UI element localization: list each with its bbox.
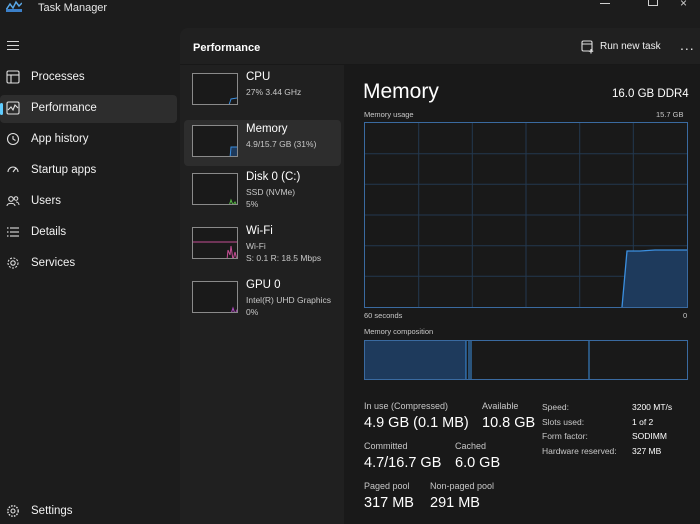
device-detail: 27% 3.44 GHz	[246, 87, 302, 97]
title-bar: Task Manager ×	[0, 0, 700, 22]
services-icon	[7, 257, 19, 269]
form-factor-value: SODIMM	[632, 431, 667, 441]
details-icon	[7, 227, 19, 237]
nav-label-app-history: App history	[31, 133, 89, 145]
non-paged-pool-value: 291 MB	[430, 495, 480, 511]
run-new-task-icon	[581, 40, 594, 54]
device-name: CPU	[246, 71, 271, 83]
performance-icon	[6, 101, 20, 115]
nav-label-services: Services	[31, 257, 76, 269]
memory-usage-label: Memory usage	[364, 110, 414, 119]
device-detail: SSD (NVMe)	[246, 187, 296, 197]
available-label: Available	[482, 401, 519, 411]
nav-item-services[interactable]: Services	[0, 250, 177, 278]
device-detail: Wi-Fi	[246, 241, 266, 251]
memory-usage-max: 15.7 GB	[656, 110, 684, 119]
device-item-disk[interactable]: Disk 0 (C:) SSD (NVMe) 5%	[184, 168, 341, 214]
close-button[interactable]: ×	[680, 0, 700, 10]
startup-apps-icon	[7, 166, 19, 173]
device-detail: Intel(R) UHD Graphics	[246, 295, 332, 305]
device-name: Memory	[246, 123, 288, 135]
minimize-button[interactable]	[595, 0, 615, 12]
disk-thumbnail-graph	[192, 173, 238, 205]
cached-value: 6.0 GB	[455, 455, 501, 471]
memory-detail-pane: Memory 16.0 GB DDR4 Memory usage 15.7 GB	[344, 65, 700, 524]
nav-label-performance: Performance	[31, 102, 97, 114]
speed-label: Speed:	[542, 402, 569, 412]
device-name: GPU 0	[246, 279, 281, 291]
gpu-thumbnail-graph	[192, 281, 238, 313]
available-value: 10.8 GB	[482, 415, 536, 431]
memory-usage-graph	[364, 122, 688, 308]
nav-item-processes[interactable]: Processes	[0, 64, 177, 92]
users-icon	[6, 196, 20, 207]
nav-label-processes: Processes	[31, 71, 85, 83]
memory-composition-bar	[364, 340, 688, 380]
nav-item-startup-apps[interactable]: Startup apps	[0, 157, 177, 185]
navigation-pane: Processes Performance App history Startu…	[0, 22, 180, 524]
committed-value: 4.7/16.7 GB	[364, 455, 442, 471]
nav-label-details: Details	[31, 226, 67, 238]
task-manager-app-icon	[6, 0, 22, 12]
window-title: Task Manager	[38, 2, 108, 14]
device-item-gpu[interactable]: GPU 0 Intel(R) UHD Graphics 0%	[184, 276, 341, 322]
nav-label-users: Users	[31, 195, 62, 207]
device-item-memory[interactable]: Memory 4.9/15.7 GB (31%)	[184, 120, 341, 166]
slots-used-label: Slots used:	[542, 417, 585, 427]
cpu-thumbnail-graph	[192, 73, 238, 105]
device-detail: S: 0.1 R: 18.5 Mbps	[246, 253, 322, 263]
in-use-value: 4.9 GB (0.1 MB)	[364, 415, 469, 431]
main-pane: Performance Run new task ... CPU 27% 3.4…	[180, 28, 700, 524]
hardware-reserved-label: Hardware reserved:	[542, 446, 617, 456]
more-options-button[interactable]: ...	[680, 37, 695, 53]
run-new-task-label: Run new task	[600, 41, 661, 52]
device-name: Disk 0 (C:)	[246, 171, 301, 183]
device-item-cpu[interactable]: CPU 27% 3.44 GHz	[184, 68, 341, 114]
nav-item-performance[interactable]: Performance	[0, 95, 177, 123]
memory-thumbnail-graph	[192, 125, 238, 157]
form-factor-label: Form factor:	[542, 431, 588, 441]
settings-gear-icon	[7, 505, 19, 517]
page-title: Performance	[193, 42, 261, 54]
in-use-label: In use (Compressed)	[364, 401, 449, 411]
memory-spec: 16.0 GB DDR4	[612, 88, 689, 100]
hamburger-menu-icon[interactable]	[7, 41, 19, 51]
graph-time-right: 0	[683, 311, 688, 320]
processes-icon	[6, 70, 20, 84]
nav-item-users[interactable]: Users	[0, 188, 177, 216]
wifi-thumbnail-graph	[192, 227, 238, 259]
nav-label-startup-apps: Startup apps	[31, 164, 97, 176]
device-detail: 5%	[246, 199, 259, 209]
graph-time-left: 60 seconds	[364, 311, 403, 320]
nav-item-details[interactable]: Details	[0, 219, 177, 247]
device-item-wifi[interactable]: Wi-Fi Wi-Fi S: 0.1 R: 18.5 Mbps	[184, 222, 341, 268]
cached-label: Cached	[455, 441, 487, 451]
paged-pool-label: Paged pool	[364, 481, 410, 491]
paged-pool-value: 317 MB	[364, 495, 414, 511]
nav-item-app-history[interactable]: App history	[0, 126, 177, 154]
memory-composition-label: Memory composition	[364, 327, 434, 336]
non-paged-pool-label: Non-paged pool	[430, 481, 495, 491]
close-icon: ×	[680, 0, 688, 10]
detail-title: Memory	[363, 80, 439, 103]
hardware-reserved-value: 327 MB	[632, 446, 662, 456]
committed-label: Committed	[364, 441, 408, 451]
speed-value: 3200 MT/s	[632, 402, 673, 412]
nav-label-settings: Settings	[31, 505, 73, 517]
nav-item-settings[interactable]: Settings	[0, 498, 177, 524]
app-history-icon	[6, 132, 20, 146]
maximize-button[interactable]	[642, 0, 662, 12]
device-detail: 0%	[246, 307, 259, 317]
device-detail: 4.9/15.7 GB (31%)	[246, 139, 317, 149]
slots-used-value: 1 of 2	[632, 417, 654, 427]
device-name: Wi-Fi	[246, 225, 273, 237]
